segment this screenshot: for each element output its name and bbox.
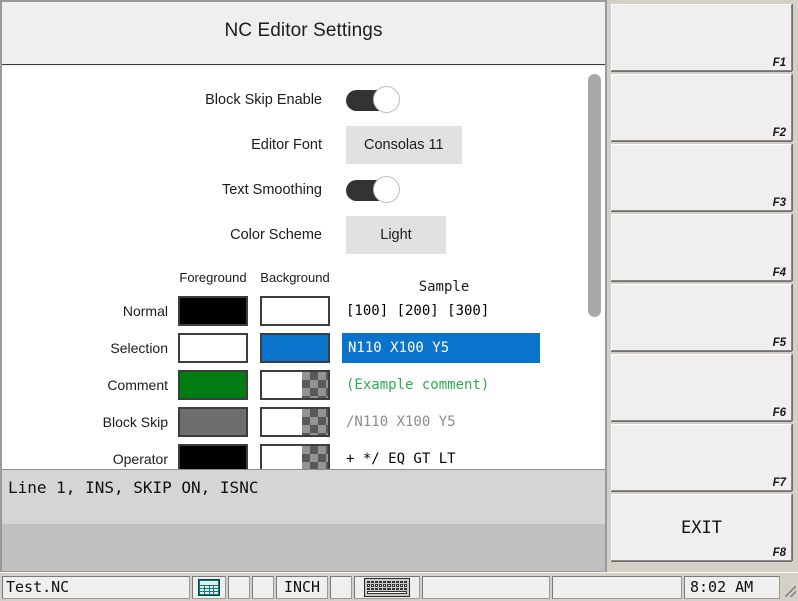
setting-row-block-skip-enable: Block Skip Enable [2,78,562,123]
column-header-background: Background [260,270,330,285]
taskbar-slot-5 [552,575,682,599]
editor-status-area: Line 1, INS, SKIP ON, ISNC [2,469,605,571]
taskbar-slot-1 [228,575,250,599]
setting-label-text-smoothing: Text Smoothing [222,182,322,198]
sample-text: N110 X100 Y5 [342,333,540,363]
color-row-label: Comment [107,377,168,393]
block-skip-enable-toggle[interactable] [346,86,414,114]
sample-text: [100] [200] [300] [346,303,490,319]
setting-control-block-skip-enable [346,78,414,123]
setting-row-color-scheme: Color Scheme Light [2,213,562,258]
color-scheme-table: Foreground Background Sample Normal [100]… [2,270,582,469]
taskbar-filename[interactable]: Test.NC [2,575,190,599]
editor-font-button[interactable]: Consolas 11 [346,126,462,164]
background-color-swatch[interactable] [260,296,330,326]
color-row-label: Selection [110,340,168,356]
function-key-f5[interactable]: F5 [611,284,792,351]
background-color-swatch[interactable] [260,370,330,400]
color-row-label: Block Skip [102,414,168,430]
color-row-label: Operator [112,451,168,467]
function-key-f8[interactable]: EXIT F8 [611,494,792,561]
setting-control-color-scheme: Light [346,213,446,258]
page-title: NC Editor Settings [224,20,383,41]
text-smoothing-toggle[interactable] [346,176,414,204]
setting-control-text-smoothing [346,168,414,213]
function-key-f6[interactable]: F6 [611,354,792,421]
function-key-id: F5 [772,337,786,349]
settings-scrollbar[interactable] [588,70,601,465]
function-key-f4[interactable]: F4 [611,214,792,281]
application-root: NC Editor Settings Block Skip Enable Edi… [0,0,798,601]
color-table-row: Block Skip/N110 X100 Y5 [2,405,582,442]
color-scheme-button[interactable]: Light [346,216,446,254]
function-key-id: F7 [772,477,786,489]
function-key-id: F8 [772,547,786,559]
toggle-knob [373,176,400,203]
transparency-checker [301,372,328,398]
taskbar-calculator-button[interactable] [192,575,226,599]
setting-control-editor-font: Consolas 11 [346,123,462,168]
sample-text: (Example comment) [346,377,490,393]
color-table-row: Selection N110 X100 Y5 [2,331,582,368]
setting-label-color-scheme: Color Scheme [230,227,322,243]
function-key-id: F2 [772,127,786,139]
resize-grip[interactable] [782,576,798,599]
function-key-f7[interactable]: F7 [611,424,792,491]
keyboard-icon [364,577,410,597]
toggle-knob [373,86,400,113]
function-key-id: F1 [772,57,786,69]
foreground-color-swatch[interactable] [178,296,248,326]
column-header-foreground: Foreground [179,270,247,285]
transparency-checker [301,409,328,435]
color-table-row: Comment (Example comment) [2,368,582,405]
setting-label-editor-font: Editor Font [251,137,322,153]
taskbar-clock: 8:02 AM [684,575,780,599]
function-key-caption: EXIT [681,517,722,538]
color-table-row: Normal [100] [200] [300] [2,294,582,331]
taskbar-slot-2 [252,575,274,599]
color-row-label: Normal [122,303,168,319]
function-key-f1[interactable]: F1 [611,4,792,71]
nc-editor-settings-window: NC Editor Settings Block Skip Enable Edi… [0,0,607,572]
taskbar: Test.NC INCH 8:02 AM [0,572,798,601]
settings-scroll-panel[interactable]: Block Skip Enable Editor Font Consolas 1… [2,66,605,469]
sample-text: + */ EQ GT LT [346,451,456,467]
transparency-checker [301,446,328,469]
function-key-id: F6 [772,407,786,419]
color-table-header-row: Foreground Background Sample [2,270,582,295]
setting-row-text-smoothing: Text Smoothing [2,168,562,213]
status-line-text: Line 1, INS, SKIP ON, ISNC [8,478,259,497]
function-key-id: F3 [772,197,786,209]
taskbar-keyboard-button[interactable] [354,575,420,599]
sample-text: /N110 X100 Y5 [346,414,456,430]
function-key-f2[interactable]: F2 [611,74,792,141]
status-lower-panel [2,524,605,571]
color-table-body: Normal [100] [200] [300] Selection N110 X10… [2,294,582,469]
foreground-color-swatch[interactable] [178,407,248,437]
background-color-swatch[interactable] [260,444,330,469]
background-color-swatch[interactable] [260,407,330,437]
color-table-row: Operator + */ EQ GT LT [2,442,582,469]
taskbar-slot-3 [330,575,352,599]
function-key-bar: F1 F2 F3 F4 F5 F6 F7 EXIT F8 [607,0,798,572]
setting-row-editor-font: Editor Font Consolas 11 [2,123,562,168]
taskbar-slot-4 [422,575,550,599]
foreground-color-swatch[interactable] [178,370,248,400]
function-key-f3[interactable]: F3 [611,144,792,211]
taskbar-units-indicator[interactable]: INCH [276,575,328,599]
background-color-swatch[interactable] [260,333,330,363]
calculator-icon [198,578,220,596]
window-title-bar: NC Editor Settings [2,2,605,65]
setting-label-block-skip-enable: Block Skip Enable [205,92,322,108]
foreground-color-swatch[interactable] [178,444,248,469]
foreground-color-swatch[interactable] [178,333,248,363]
function-key-id: F4 [772,267,786,279]
settings-scrollbar-thumb[interactable] [588,74,601,317]
